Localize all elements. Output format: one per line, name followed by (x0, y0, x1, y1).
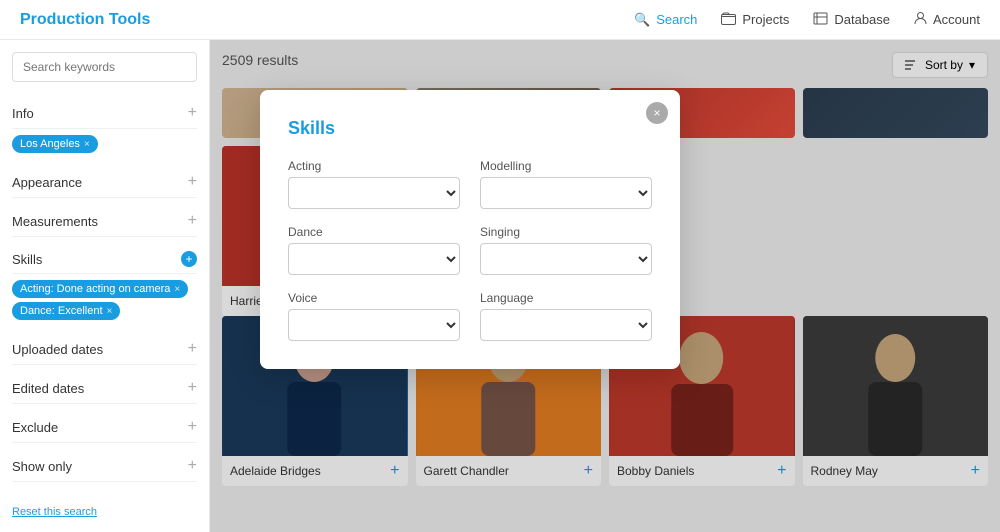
filter-info-plus[interactable]: + (188, 104, 197, 122)
filter-exclude-header[interactable]: Exclude + (12, 412, 197, 443)
sidebar: Info + Los Angeles × Appearance + Measur… (0, 40, 210, 532)
header: Production Tools 🔍 Search Projects Datab… (0, 0, 1000, 40)
filter-info-label: Info (12, 106, 34, 121)
filter-exclude-label: Exclude (12, 420, 58, 435)
filter-measurements-plus[interactable]: + (188, 212, 197, 230)
filter-uploaded-dates: Uploaded dates + (12, 334, 197, 365)
app-logo: Production Tools (20, 11, 150, 29)
filter-skills: Skills + Acting: Done acting on camera ×… (12, 245, 197, 326)
language-select[interactable] (480, 309, 652, 341)
voice-label: Voice (288, 291, 460, 305)
tag-los-angeles: Los Angeles × (12, 135, 98, 153)
filter-uploaded-dates-header[interactable]: Uploaded dates + (12, 334, 197, 365)
nav-account[interactable]: Account (914, 11, 980, 28)
tag-los-angeles-remove[interactable]: × (84, 139, 90, 150)
filter-measurements-header[interactable]: Measurements + (12, 206, 197, 237)
skills-modal: Skills × Acting Modelling (260, 90, 680, 369)
acting-select[interactable] (288, 177, 460, 209)
filter-appearance-header[interactable]: Appearance + (12, 167, 197, 198)
tag-acting: Acting: Done acting on camera × (12, 280, 188, 298)
filter-appearance: Appearance + (12, 167, 197, 198)
filter-skills-plus[interactable]: + (181, 251, 197, 267)
form-group-language: Language (480, 291, 652, 341)
filter-edited-dates-header[interactable]: Edited dates + (12, 373, 197, 404)
tag-dance: Dance: Excellent × (12, 302, 120, 320)
filter-info-header[interactable]: Info + (12, 98, 197, 129)
filter-measurements: Measurements + (12, 206, 197, 237)
header-nav: 🔍 Search Projects Database Account (634, 11, 980, 28)
filter-skills-header[interactable]: Skills + (12, 245, 197, 274)
filter-appearance-label: Appearance (12, 175, 82, 190)
modal-form-grid: Acting Modelling Dance (288, 159, 652, 341)
main-content: 2509 results Sort by ▾ (210, 40, 1000, 532)
info-tags: Los Angeles × (12, 129, 197, 159)
filter-uploaded-dates-label: Uploaded dates (12, 342, 103, 357)
filter-show-only-label: Show only (12, 459, 72, 474)
filter-edited-dates: Edited dates + (12, 373, 197, 404)
dance-select[interactable] (288, 243, 460, 275)
filter-skills-label: Skills (12, 252, 42, 267)
voice-select[interactable] (288, 309, 460, 341)
search-icon: 🔍 (634, 12, 650, 28)
modal-title: Skills (288, 118, 652, 139)
filter-measurements-label: Measurements (12, 214, 98, 229)
filter-show-only: Show only + (12, 451, 197, 482)
form-group-singing: Singing (480, 225, 652, 275)
form-group-modelling: Modelling (480, 159, 652, 209)
keyword-search-input[interactable] (12, 52, 197, 82)
account-icon (914, 11, 927, 28)
keyword-search-wrap (12, 52, 197, 82)
folder-icon (721, 12, 736, 28)
acting-label: Acting (288, 159, 460, 173)
main-layout: Info + Los Angeles × Appearance + Measur… (0, 40, 1000, 532)
filter-info: Info + Los Angeles × (12, 98, 197, 159)
reset-search[interactable]: Reset this search (12, 498, 97, 526)
tag-dance-remove[interactable]: × (107, 306, 113, 317)
filter-appearance-plus[interactable]: + (188, 173, 197, 191)
modal-overlay: Skills × Acting Modelling (210, 40, 1000, 532)
modelling-label: Modelling (480, 159, 652, 173)
form-group-dance: Dance (288, 225, 460, 275)
form-group-acting: Acting (288, 159, 460, 209)
database-icon (813, 12, 828, 28)
filter-exclude: Exclude + (12, 412, 197, 443)
filter-exclude-plus[interactable]: + (188, 418, 197, 436)
filter-edited-dates-plus[interactable]: + (188, 379, 197, 397)
singing-label: Singing (480, 225, 652, 239)
filter-show-only-plus[interactable]: + (188, 457, 197, 475)
language-label: Language (480, 291, 652, 305)
modelling-select[interactable] (480, 177, 652, 209)
tag-acting-remove[interactable]: × (174, 284, 180, 295)
filter-uploaded-dates-plus[interactable]: + (188, 340, 197, 358)
dance-label: Dance (288, 225, 460, 239)
filter-edited-dates-label: Edited dates (12, 381, 84, 396)
modal-close-button[interactable]: × (646, 102, 668, 124)
filter-show-only-header[interactable]: Show only + (12, 451, 197, 482)
skills-tags: Acting: Done acting on camera × Dance: E… (12, 274, 197, 326)
form-group-voice: Voice (288, 291, 460, 341)
nav-database[interactable]: Database (813, 12, 890, 28)
nav-projects[interactable]: Projects (721, 12, 789, 28)
singing-select[interactable] (480, 243, 652, 275)
nav-search[interactable]: 🔍 Search (634, 12, 697, 28)
